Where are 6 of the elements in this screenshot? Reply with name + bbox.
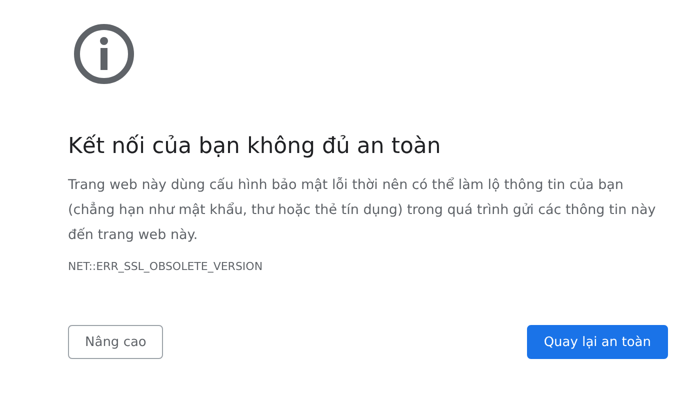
error-message: Trang web này dùng cấu hình bảo mật lỗi thời nên có thể làm lộ thông tin của bạn (chẳng hạn như mật khẩu, thư hoặc thẻ tín dụng) trong quá trình gửi các thông tin này đến trang web này. <box>68 176 657 245</box>
info-icon <box>72 22 136 86</box>
back-to-safety-button[interactable]: Quay lại an toàn <box>526 325 668 359</box>
page-heading: Kết nối của bạn không đủ an toàn <box>68 134 442 159</box>
advanced-button[interactable]: Nâng cao <box>68 325 164 359</box>
error-code: NET::ERR_SSL_OBSOLETE_VERSION <box>68 260 264 273</box>
